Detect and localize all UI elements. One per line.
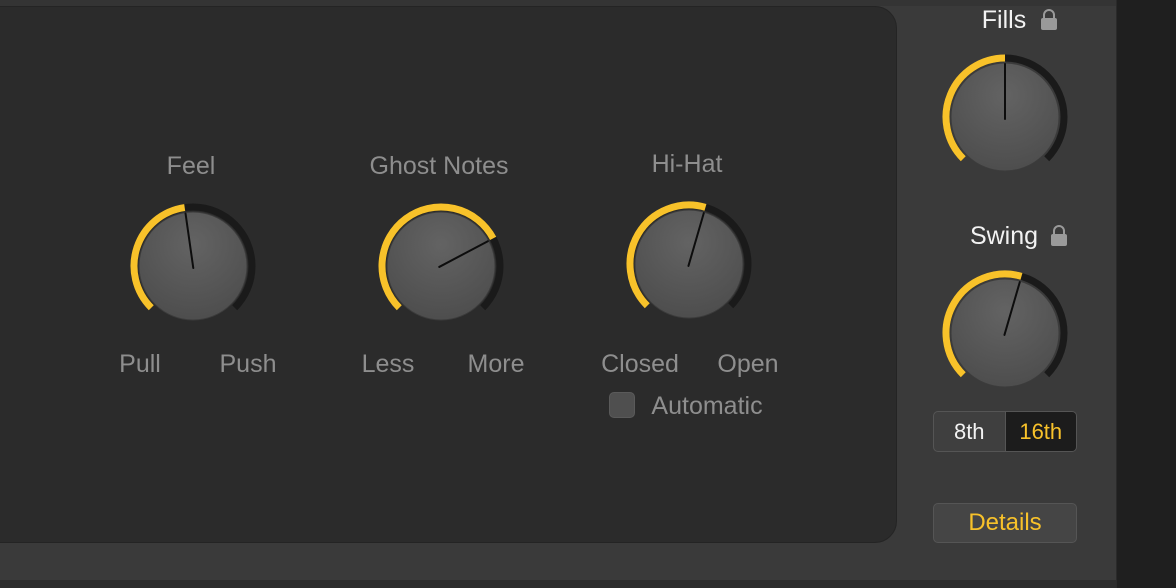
details-button[interactable]: Details: [933, 503, 1077, 543]
swing-lock-icon[interactable]: [1049, 224, 1069, 248]
hi-hat-min-label: Closed: [601, 350, 679, 378]
automatic-label: Automatic: [651, 392, 763, 420]
hi-hat-max-label: Open: [717, 350, 779, 378]
ghost-notes-max-label: More: [467, 350, 525, 378]
feel-title: Feel: [166, 152, 216, 180]
ghost-notes-title: Ghost Notes: [369, 152, 509, 180]
swing-note-selector: 8th 16th: [933, 411, 1077, 452]
bottom-divider: [0, 580, 1116, 588]
feel-knob[interactable]: [123, 196, 263, 336]
fills-title: Fills: [981, 6, 1027, 34]
hi-hat-knob[interactable]: [619, 194, 759, 334]
swing-title: Swing: [969, 222, 1039, 250]
ghost-notes-min-label: Less: [361, 350, 415, 378]
swing-note-16th[interactable]: 16th: [1004, 412, 1076, 451]
swing-note-8th[interactable]: 8th: [934, 412, 1005, 451]
automatic-checkbox[interactable]: [609, 392, 635, 418]
hi-hat-title: Hi-Hat: [651, 150, 723, 178]
feel-max-label: Push: [219, 350, 277, 378]
fills-lock-icon[interactable]: [1039, 8, 1059, 32]
swing-knob[interactable]: [935, 263, 1075, 403]
feel-min-label: Pull: [119, 350, 161, 378]
fills-knob[interactable]: [935, 47, 1075, 187]
right-edge-panel: [1116, 0, 1176, 588]
ghost-notes-knob[interactable]: [371, 196, 511, 336]
drummer-editor: Feel Pull Push Ghost Notes Less More Hi-…: [0, 0, 1176, 588]
